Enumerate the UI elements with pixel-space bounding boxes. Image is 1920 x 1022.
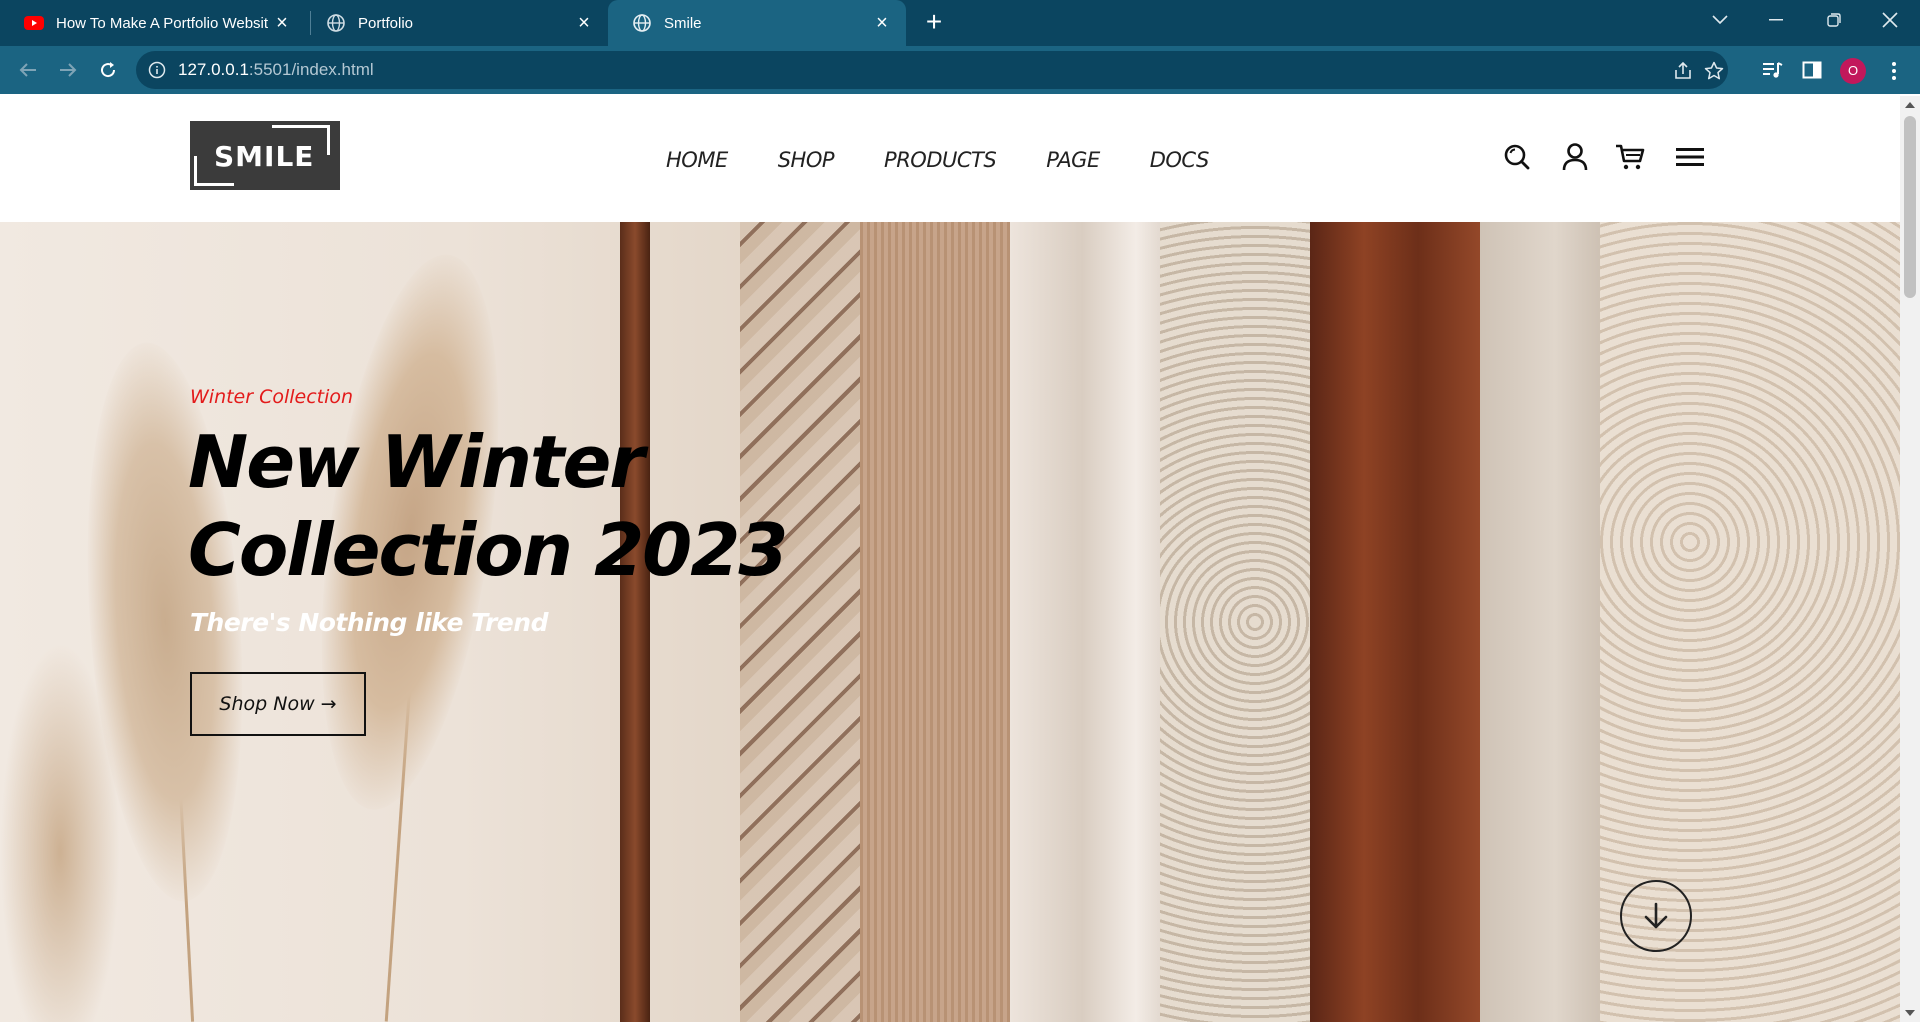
smile-logo[interactable]: SMILE bbox=[190, 121, 340, 190]
url-field[interactable]: 127.0.0.1:5501/index.html bbox=[136, 51, 1728, 89]
scrollbar-thumb[interactable] bbox=[1904, 116, 1916, 298]
hamburger-icon[interactable] bbox=[1674, 141, 1706, 173]
tab-portfolio[interactable]: Portfolio × bbox=[302, 0, 608, 46]
nav-docs[interactable]: DOCS bbox=[1150, 148, 1210, 172]
new-tab-button[interactable]: + bbox=[918, 8, 950, 38]
hero-banner: Winter Collection New Winter Collection … bbox=[0, 222, 1900, 1022]
arrow-down-icon bbox=[1644, 902, 1668, 929]
scroll-down-arrow-icon[interactable] bbox=[1905, 1010, 1915, 1016]
nav-page[interactable]: PAGE bbox=[1046, 148, 1100, 172]
minimize-icon[interactable] bbox=[1754, 0, 1798, 40]
back-icon[interactable] bbox=[12, 54, 44, 86]
user-icon[interactable] bbox=[1559, 141, 1591, 173]
tab-title: Smile bbox=[664, 14, 702, 32]
browser-tab-bar: How To Make A Portfolio Websit × Portfol… bbox=[0, 0, 1920, 46]
shop-now-label: Shop Now bbox=[219, 693, 315, 715]
hero-title-line-2: Collection 2023 bbox=[188, 508, 788, 592]
close-window-icon[interactable] bbox=[1868, 0, 1912, 40]
nav-home[interactable]: HOME bbox=[666, 148, 728, 172]
youtube-icon bbox=[24, 13, 44, 33]
site-info-icon[interactable] bbox=[148, 61, 166, 79]
hero-kicker: Winter Collection bbox=[190, 386, 354, 408]
snakeskin-garment bbox=[740, 222, 870, 1022]
browser-menu-icon[interactable] bbox=[1884, 57, 1904, 85]
scroll-up-arrow-icon[interactable] bbox=[1905, 102, 1915, 108]
share-icon[interactable] bbox=[1672, 60, 1694, 82]
tab-title: Portfolio bbox=[358, 14, 414, 32]
cart-icon[interactable] bbox=[1614, 141, 1646, 173]
close-tab-icon[interactable]: × bbox=[572, 11, 596, 35]
reload-icon[interactable] bbox=[92, 54, 124, 86]
hero-subtitle: There's Nothing like Trend bbox=[190, 608, 548, 637]
side-panel-icon[interactable] bbox=[1800, 58, 1824, 82]
url-text: 127.0.0.1:5501/index.html bbox=[178, 60, 374, 80]
site-header: SMILE HOME SHOP PRODUCTS PAGE DOCS bbox=[0, 96, 1900, 222]
globe-icon bbox=[326, 13, 346, 33]
url-host: 127.0.0.1 bbox=[178, 60, 249, 79]
bookmark-star-icon[interactable] bbox=[1703, 60, 1725, 82]
media-control-icon[interactable] bbox=[1760, 58, 1784, 82]
page-scrollbar[interactable] bbox=[1900, 96, 1920, 1022]
arrow-right-icon: → bbox=[320, 693, 337, 715]
hero-title-line-1: New Winter bbox=[188, 420, 645, 504]
tab-youtube[interactable]: How To Make A Portfolio Websit × bbox=[0, 0, 306, 46]
hero-title: New Winter Collection 2023 bbox=[188, 418, 808, 594]
url-path: :5501/index.html bbox=[248, 60, 374, 79]
search-icon[interactable] bbox=[1501, 141, 1533, 173]
tab-smile[interactable]: Smile × bbox=[608, 0, 906, 46]
restore-icon[interactable] bbox=[1812, 0, 1856, 40]
web-page: SMILE HOME SHOP PRODUCTS PAGE DOCS Winte… bbox=[0, 96, 1900, 1022]
wooden-pole bbox=[620, 222, 650, 1022]
nav-products[interactable]: PRODUCTS bbox=[884, 148, 997, 172]
close-tab-icon[interactable]: × bbox=[270, 11, 294, 35]
main-nav: HOME SHOP PRODUCTS PAGE DOCS bbox=[666, 148, 1209, 172]
profile-avatar[interactable]: O bbox=[1840, 58, 1866, 84]
address-bar: 127.0.0.1:5501/index.html O bbox=[0, 46, 1920, 94]
tab-search-icon[interactable] bbox=[1698, 0, 1742, 40]
tab-title: How To Make A Portfolio Websit bbox=[56, 14, 269, 32]
forward-icon[interactable] bbox=[52, 54, 84, 86]
shop-now-button[interactable]: Shop Now → bbox=[190, 672, 366, 736]
scroll-down-button[interactable] bbox=[1620, 880, 1692, 952]
close-tab-icon[interactable]: × bbox=[870, 11, 894, 35]
globe-icon bbox=[632, 13, 652, 33]
rust-sweater bbox=[1310, 222, 1490, 1022]
nav-shop[interactable]: SHOP bbox=[778, 148, 835, 172]
